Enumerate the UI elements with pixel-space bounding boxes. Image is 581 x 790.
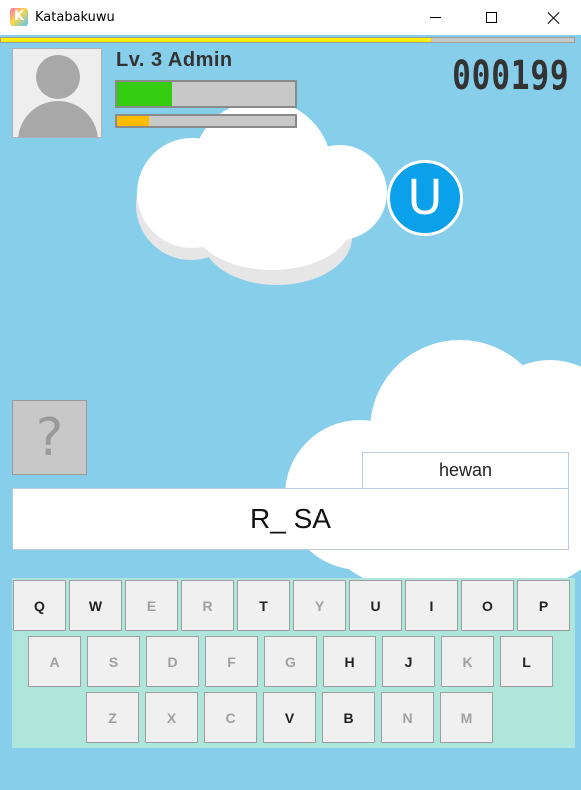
key-q[interactable]: Q xyxy=(13,580,66,631)
letter-keyboard: QWERTYUIOP ASDFGHJKL ZXCVBNM xyxy=(12,578,575,748)
key-c[interactable]: C xyxy=(204,692,257,743)
player-avatar xyxy=(12,48,102,138)
puzzle-word: R_ SA xyxy=(12,488,569,550)
game-area: Lv. 3 Admin 000199 U ? hewan R_ SA QWERT… xyxy=(0,35,581,790)
falling-letter-bubble[interactable]: U xyxy=(387,160,463,236)
key-k[interactable]: K xyxy=(441,636,494,687)
key-p[interactable]: P xyxy=(517,580,570,631)
key-z[interactable]: Z xyxy=(86,692,139,743)
key-r[interactable]: R xyxy=(181,580,234,631)
experience-bar-fill xyxy=(117,116,150,126)
key-j[interactable]: J xyxy=(382,636,435,687)
app-logo-letter: K xyxy=(14,9,25,24)
health-bar-fill xyxy=(117,82,173,106)
user-silhouette-icon xyxy=(36,55,80,99)
window-titlebar[interactable]: K Katabakuwu xyxy=(0,0,581,35)
timer-bar-fill xyxy=(1,38,431,42)
key-e[interactable]: E xyxy=(125,580,178,631)
close-icon xyxy=(547,11,560,24)
cloud-decoration xyxy=(132,100,392,290)
key-i[interactable]: I xyxy=(405,580,458,631)
hint-button[interactable]: ? xyxy=(12,400,87,475)
minimize-icon xyxy=(429,17,441,18)
experience-bar xyxy=(115,114,297,128)
key-d[interactable]: D xyxy=(146,636,199,687)
key-s[interactable]: S xyxy=(87,636,140,687)
key-w[interactable]: W xyxy=(69,580,122,631)
maximize-icon xyxy=(485,12,497,23)
key-x[interactable]: X xyxy=(145,692,198,743)
maximize-button[interactable] xyxy=(468,0,514,35)
key-n[interactable]: N xyxy=(381,692,434,743)
key-t[interactable]: T xyxy=(237,580,290,631)
key-h[interactable]: H xyxy=(323,636,376,687)
key-b[interactable]: B xyxy=(322,692,375,743)
key-a[interactable]: A xyxy=(28,636,81,687)
key-l[interactable]: L xyxy=(500,636,553,687)
app-logo-icon: K xyxy=(10,8,28,26)
score-counter: 000199 xyxy=(451,53,569,99)
player-level-name: Lv. 3 Admin xyxy=(116,49,233,71)
key-f[interactable]: F xyxy=(205,636,258,687)
window-title: Katabakuwu xyxy=(35,10,115,25)
key-o[interactable]: O xyxy=(461,580,514,631)
minimize-button[interactable] xyxy=(412,0,458,35)
key-u[interactable]: U xyxy=(349,580,402,631)
key-y[interactable]: Y xyxy=(293,580,346,631)
user-silhouette-body xyxy=(18,101,98,137)
key-m[interactable]: M xyxy=(440,692,493,743)
health-bar xyxy=(115,80,297,108)
key-g[interactable]: G xyxy=(264,636,317,687)
timer-bar xyxy=(0,37,575,43)
close-button[interactable] xyxy=(530,0,576,35)
key-v[interactable]: V xyxy=(263,692,316,743)
category-label: hewan xyxy=(362,452,569,489)
